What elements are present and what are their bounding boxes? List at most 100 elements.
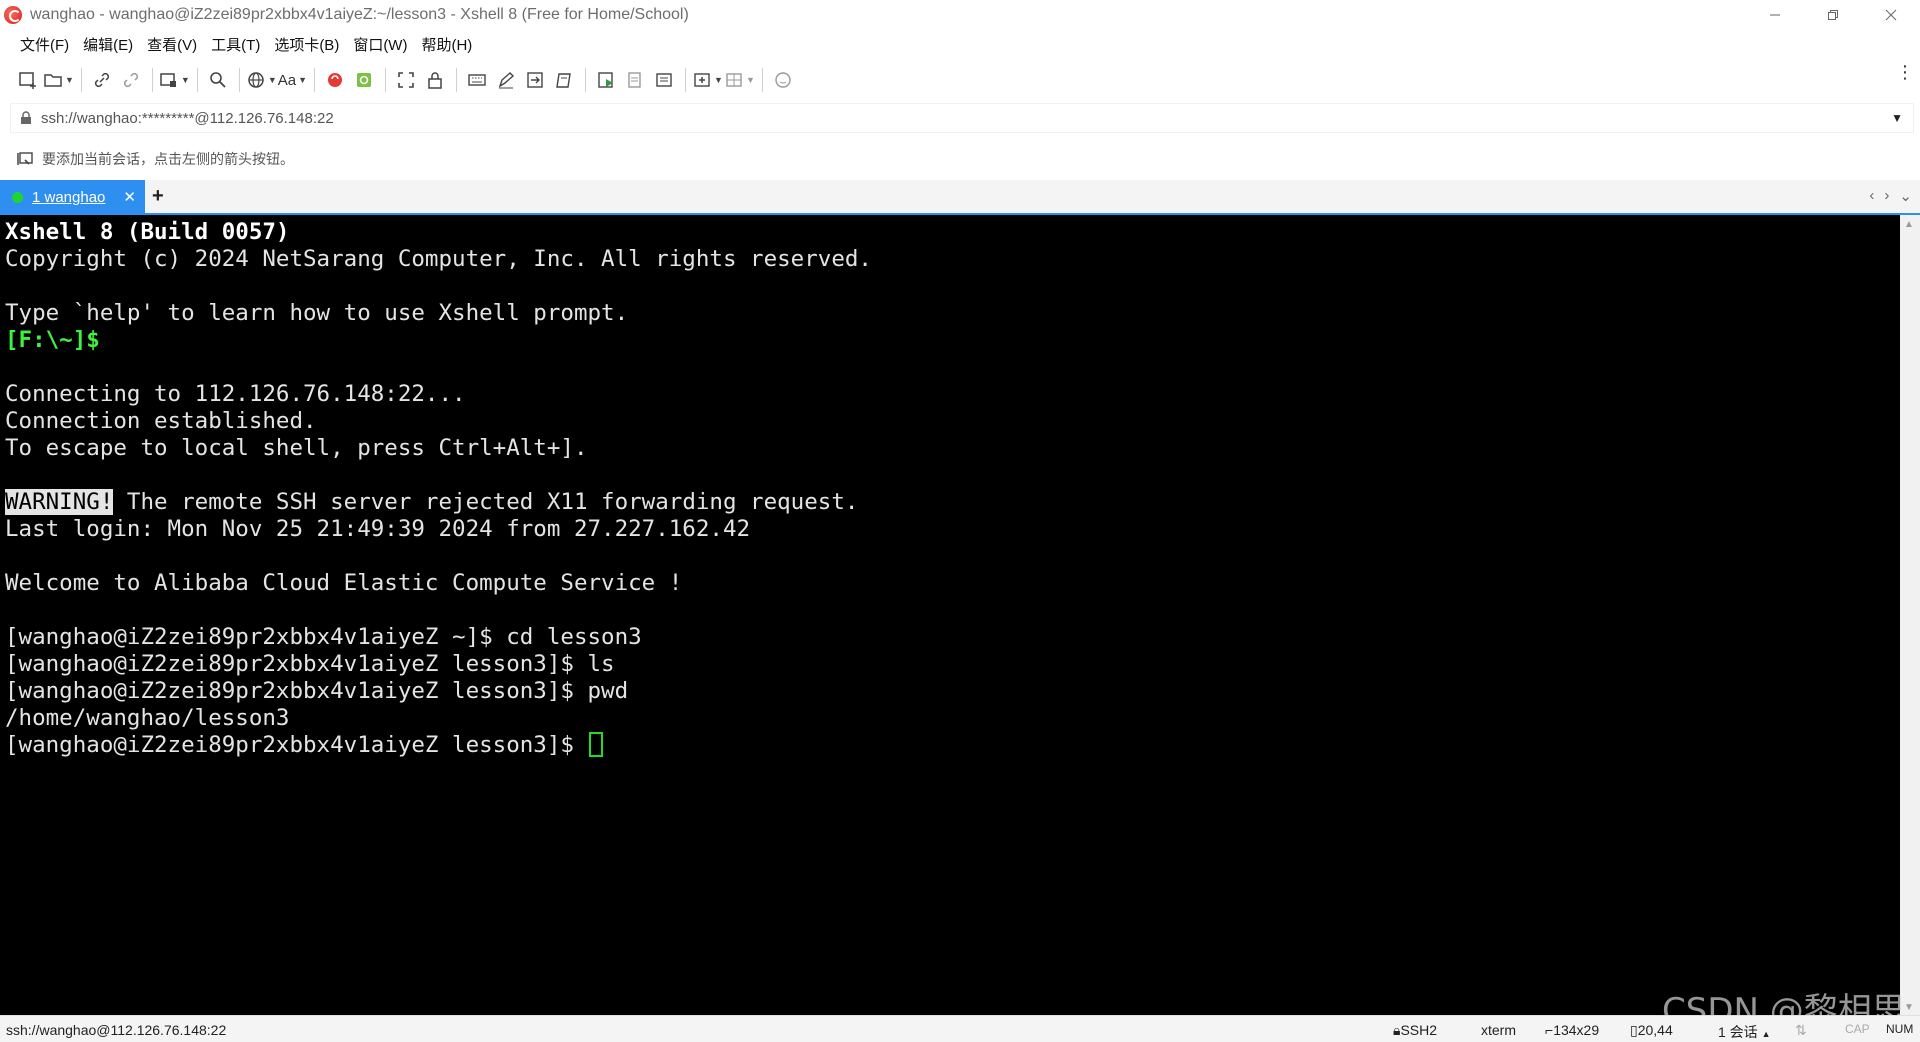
address-dropdown-icon[interactable]: ▼ [1891, 111, 1903, 125]
transfer-icon [527, 72, 543, 88]
restore-icon [1828, 9, 1838, 20]
tab-close-icon[interactable]: ✕ [123, 188, 136, 206]
tab-list-icon[interactable]: ⌄ [1899, 187, 1912, 205]
folder-open-icon [44, 74, 62, 87]
reconnect-button[interactable] [88, 65, 116, 95]
chevron-down-icon: ▼ [267, 75, 277, 85]
status-sessions[interactable]: 1 会话 ▲ [1718, 1022, 1771, 1042]
toolbar-divider [456, 68, 458, 92]
toolbar-divider [385, 68, 387, 92]
tab-session-wanghao[interactable]: 1 wanghao ✕ [0, 180, 145, 215]
close-icon [1885, 9, 1897, 20]
warning-label: WARNING! [5, 489, 114, 515]
chevron-down-icon: ▼ [65, 75, 74, 85]
new-tab-group-button[interactable]: ▼ [692, 65, 723, 95]
address-input[interactable]: ssh://wanghao:*********@112.126.76.148:2… [41, 110, 334, 127]
keyboard-button[interactable] [463, 65, 491, 95]
status-protocol: 🔒︎SSH2 [1393, 1022, 1437, 1039]
disconnect-button[interactable] [117, 65, 145, 95]
menu-help[interactable]: 帮助(H) [415, 31, 478, 58]
find-button[interactable] [204, 65, 232, 95]
globe-icon [248, 72, 264, 88]
chevron-down-icon: ▼ [745, 75, 755, 85]
close-window-button[interactable] [1862, 0, 1920, 29]
tab-prev-icon[interactable]: ‹ [1869, 187, 1874, 205]
terminal-scrollbar[interactable]: ▲ ▼ [1900, 215, 1920, 1015]
toolbar-divider [761, 68, 763, 92]
compose-button[interactable] [492, 65, 520, 95]
add-session-arrow-button[interactable] [16, 151, 38, 167]
notes-button[interactable] [650, 65, 678, 95]
window-controls [1746, 0, 1920, 29]
chevron-down-icon: ▼ [714, 75, 723, 85]
xftp-icon [328, 73, 343, 87]
cursor-pos-icon: ▯ [1630, 1022, 1638, 1038]
layout-button[interactable]: ▼ [724, 65, 755, 95]
script-button[interactable] [550, 65, 578, 95]
xftp-button[interactable] [321, 65, 349, 95]
warning-text: The remote SSH server rejected X11 forwa… [113, 489, 859, 515]
window-title: wanghao - wanghao@iZ2zei89pr2xbbx4v1aiye… [30, 5, 689, 23]
notes-icon [656, 73, 672, 87]
print-button[interactable] [621, 65, 649, 95]
menu-edit[interactable]: 编辑(E) [77, 31, 139, 58]
add-session-icon [17, 152, 33, 165]
lock-button[interactable] [421, 65, 449, 95]
warning-line: WARNING! The remote SSH server rejected … [5, 489, 1895, 516]
status-cap: CAP [1845, 1022, 1870, 1036]
transfer-button[interactable] [521, 65, 549, 95]
connected-status-icon [12, 192, 23, 203]
status-transfer-icon: ⇅ [1795, 1022, 1807, 1038]
current-prompt-line: [wanghao@iZ2zei89pr2xbbx4v1aiyeZ lesson3… [5, 732, 1895, 759]
status-bar: ssh://wanghao@112.126.76.148:22 🔒︎SSH2 x… [0, 1015, 1920, 1042]
encoding-button[interactable]: ▼ [246, 65, 277, 95]
terminal-line: Last login: Mon Nov 25 21:49:39 2024 fro… [5, 516, 751, 542]
menu-window[interactable]: 窗口(W) [347, 31, 413, 58]
chat-icon [775, 72, 791, 88]
terminal-line: [wanghao@iZ2zei89pr2xbbx4v1aiyeZ ~]$ cd … [5, 624, 642, 650]
fullscreen-button[interactable] [392, 65, 420, 95]
log-icon [598, 72, 614, 88]
scroll-up-icon[interactable]: ▲ [1904, 219, 1914, 230]
lock-icon [428, 72, 442, 89]
status-num: NUM [1886, 1022, 1914, 1036]
tab-bar: 1 wanghao ✕ + ‹ › ⌄ [0, 180, 1920, 215]
status-size-label: 134x29 [1553, 1022, 1600, 1038]
xmanager-button[interactable] [350, 65, 378, 95]
fullscreen-icon [398, 72, 414, 88]
tab-next-icon[interactable]: › [1884, 187, 1889, 205]
script-icon [556, 73, 571, 88]
log-button[interactable] [592, 65, 620, 95]
terminal-line: /home/wanghao/lesson3 [5, 705, 290, 731]
status-sessions-label: 1 会话 [1718, 1024, 1758, 1040]
xmanager-icon [357, 73, 372, 87]
address-bar[interactable]: ssh://wanghao:*********@112.126.76.148:2… [10, 103, 1914, 133]
add-tab-button[interactable]: + [152, 185, 164, 208]
prompt-text: [wanghao@iZ2zei89pr2xbbx4v1aiyeZ lesson3… [5, 732, 588, 758]
tab-add-icon [694, 73, 710, 87]
menu-tab[interactable]: 选项卡(B) [268, 31, 345, 58]
restore-button[interactable] [1804, 0, 1862, 29]
more-options-icon[interactable]: ⋮ [1896, 63, 1914, 81]
open-session-button[interactable]: ▼ [43, 65, 74, 95]
terminal-line: Type `help' to learn how to use Xshell p… [5, 300, 629, 326]
font-button[interactable]: Aa ▼ [278, 65, 307, 95]
terminal-screen[interactable]: Xshell 8 (Build 0057) Copyright (c) 2024… [0, 215, 1900, 1015]
menu-tools[interactable]: 工具(T) [205, 31, 266, 58]
toolbar-divider [196, 68, 198, 92]
terminal-line: Connecting to 112.126.76.148:22... [5, 381, 466, 407]
menu-view[interactable]: 查看(V) [141, 31, 203, 58]
minimize-button[interactable] [1746, 0, 1804, 29]
toolbar: ▼ ▼ ▼ Aa ▼ ▼ ▼ ⋮ [0, 59, 1920, 101]
size-icon: ⌐ [1545, 1022, 1554, 1038]
chat-button[interactable] [769, 65, 797, 95]
session-properties-button[interactable]: ▼ [159, 65, 190, 95]
menu-file[interactable]: 文件(F) [14, 31, 75, 58]
search-icon [210, 72, 226, 88]
terminal-cursor [589, 732, 604, 757]
terminal-line: Xshell 8 (Build 0057) [5, 219, 290, 245]
new-session-button[interactable] [14, 65, 42, 95]
lock-icon [11, 111, 41, 125]
